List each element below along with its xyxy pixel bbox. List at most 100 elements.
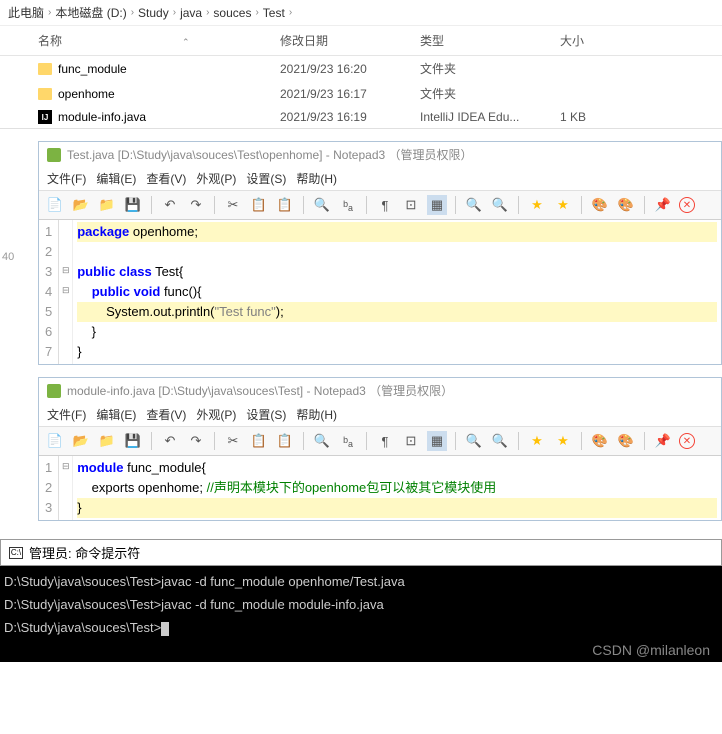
menu-edit[interactable]: 编辑(E) xyxy=(96,170,136,187)
intellij-icon: IJ xyxy=(38,110,52,124)
add-favorite-icon[interactable]: ★ xyxy=(553,195,573,215)
fold-column[interactable]: ⊟ xyxy=(59,456,73,520)
show-symbols-icon[interactable]: ⊡ xyxy=(401,195,421,215)
save-icon[interactable]: 💾 xyxy=(123,195,143,215)
browse-icon[interactable]: 📁 xyxy=(97,195,117,215)
fold-minus-icon: ⊟ xyxy=(59,260,72,280)
breadcrumb[interactable]: 此电脑› 本地磁盘 (D:)› Study› java› souces› Tes… xyxy=(0,0,722,26)
cmd-icon: C:\ xyxy=(9,547,23,559)
separator xyxy=(303,432,304,450)
file-row[interactable]: IJmodule-info.java 2021/9/23 16:19 Intel… xyxy=(0,106,722,128)
separator xyxy=(151,196,152,214)
menu-view[interactable]: 查看(V) xyxy=(146,170,186,187)
cut-icon[interactable]: ✂ xyxy=(223,431,243,451)
guides-icon[interactable]: ▦ xyxy=(427,195,447,215)
notepad3-icon xyxy=(47,148,61,162)
file-list: 名称⌃ 修改日期 类型 大小 func_module 2021/9/23 16:… xyxy=(0,26,722,128)
find-icon[interactable]: 🔍 xyxy=(312,431,332,451)
sort-arrow-icon: ⌃ xyxy=(182,37,190,47)
copy-icon[interactable]: 📋 xyxy=(249,195,269,215)
new-file-icon[interactable]: 📄 xyxy=(45,195,65,215)
replace-icon[interactable]: ᵇₐ xyxy=(338,431,358,451)
open-file-icon[interactable]: 📂 xyxy=(71,431,91,451)
menu-help[interactable]: 帮助(H) xyxy=(296,170,337,187)
close-icon[interactable]: ✕ xyxy=(679,197,695,213)
notepad3-window-module: module-info.java [D:\Study\java\souces\T… xyxy=(38,377,722,521)
col-size[interactable]: 大小 xyxy=(560,32,640,49)
code-editor[interactable]: 123 ⊟ module func_module{ exports openho… xyxy=(39,456,721,520)
file-row[interactable]: openhome 2021/9/23 16:17 文件夹 xyxy=(0,81,722,106)
window-title-bar[interactable]: module-info.java [D:\Study\java\souces\T… xyxy=(39,378,721,403)
menu-view[interactable]: 查看(V) xyxy=(146,406,186,423)
menu-settings[interactable]: 设置(S) xyxy=(246,406,286,423)
undo-icon[interactable]: ↶ xyxy=(160,431,180,451)
menu-appearance[interactable]: 外观(P) xyxy=(196,406,236,423)
code-content[interactable]: package openhome; public class Test{ pub… xyxy=(73,220,721,364)
chevron-right-icon: › xyxy=(48,7,51,18)
scheme-config-icon[interactable]: 🎨 xyxy=(616,431,636,451)
guides-icon[interactable]: ▦ xyxy=(427,431,447,451)
close-icon[interactable]: ✕ xyxy=(679,433,695,449)
col-date[interactable]: 修改日期 xyxy=(280,32,420,49)
redo-icon[interactable]: ↷ xyxy=(186,431,206,451)
fold-minus-icon: ⊟ xyxy=(59,280,72,300)
separator xyxy=(644,432,645,450)
crumb[interactable]: souces xyxy=(213,6,251,20)
scheme-config-icon[interactable]: 🎨 xyxy=(616,195,636,215)
fold-column[interactable]: ⊟⊟ xyxy=(59,220,73,364)
save-icon[interactable]: 💾 xyxy=(123,431,143,451)
menu-edit[interactable]: 编辑(E) xyxy=(96,406,136,423)
crumb[interactable]: java xyxy=(180,6,202,20)
separator xyxy=(214,432,215,450)
add-favorite-icon[interactable]: ★ xyxy=(553,431,573,451)
zoom-out-icon[interactable]: 🔍 xyxy=(490,195,510,215)
code-content[interactable]: module func_module{ exports openhome; //… xyxy=(73,456,721,520)
paste-icon[interactable]: 📋 xyxy=(275,431,295,451)
copy-icon[interactable]: 📋 xyxy=(249,431,269,451)
scheme-icon[interactable]: 🎨 xyxy=(590,431,610,451)
file-row[interactable]: func_module 2021/9/23 16:20 文件夹 xyxy=(0,56,722,81)
find-icon[interactable]: 🔍 xyxy=(312,195,332,215)
menu-bar: 文件(F) 编辑(E) 查看(V) 外观(P) 设置(S) 帮助(H) xyxy=(39,403,721,427)
menu-file[interactable]: 文件(F) xyxy=(47,170,86,187)
new-file-icon[interactable]: 📄 xyxy=(45,431,65,451)
favorite-icon[interactable]: ★ xyxy=(527,195,547,215)
open-file-icon[interactable]: 📂 xyxy=(71,195,91,215)
separator xyxy=(581,196,582,214)
window-title-bar[interactable]: Test.java [D:\Study\java\souces\Test\ope… xyxy=(39,142,721,167)
wordwrap-icon[interactable]: ¶ xyxy=(375,195,395,215)
folder-icon xyxy=(38,63,52,75)
code-editor[interactable]: 1234567 ⊟⊟ package openhome; public clas… xyxy=(39,220,721,364)
column-headers[interactable]: 名称⌃ 修改日期 类型 大小 xyxy=(0,26,722,56)
crumb[interactable]: 此电脑 xyxy=(8,4,44,21)
zoom-in-icon[interactable]: 🔍 xyxy=(464,195,484,215)
zoom-out-icon[interactable]: 🔍 xyxy=(490,431,510,451)
crumb[interactable]: Study xyxy=(138,6,169,20)
replace-icon[interactable]: ᵇₐ xyxy=(338,195,358,215)
menu-settings[interactable]: 设置(S) xyxy=(246,170,286,187)
crumb[interactable]: 本地磁盘 (D:) xyxy=(55,4,126,21)
pin-icon[interactable]: 📌 xyxy=(653,431,673,451)
menu-file[interactable]: 文件(F) xyxy=(47,406,86,423)
pin-icon[interactable]: 📌 xyxy=(653,195,673,215)
crumb[interactable]: Test xyxy=(263,6,285,20)
zoom-in-icon[interactable]: 🔍 xyxy=(464,431,484,451)
browse-icon[interactable]: 📁 xyxy=(97,431,117,451)
scheme-icon[interactable]: 🎨 xyxy=(590,195,610,215)
favorite-icon[interactable]: ★ xyxy=(527,431,547,451)
line-gutter: 123 xyxy=(39,456,59,520)
show-symbols-icon[interactable]: ⊡ xyxy=(401,431,421,451)
menu-help[interactable]: 帮助(H) xyxy=(296,406,337,423)
cut-icon[interactable]: ✂ xyxy=(223,195,243,215)
separator xyxy=(518,196,519,214)
undo-icon[interactable]: ↶ xyxy=(160,195,180,215)
menu-appearance[interactable]: 外观(P) xyxy=(196,170,236,187)
file-date: 2021/9/23 16:20 xyxy=(280,62,420,76)
menu-bar: 文件(F) 编辑(E) 查看(V) 外观(P) 设置(S) 帮助(H) xyxy=(39,167,721,191)
redo-icon[interactable]: ↷ xyxy=(186,195,206,215)
col-type[interactable]: 类型 xyxy=(420,32,560,49)
paste-icon[interactable]: 📋 xyxy=(275,195,295,215)
terminal-title-bar[interactable]: C:\ 管理员: 命令提示符 xyxy=(0,539,722,566)
wordwrap-icon[interactable]: ¶ xyxy=(375,431,395,451)
separator xyxy=(518,432,519,450)
